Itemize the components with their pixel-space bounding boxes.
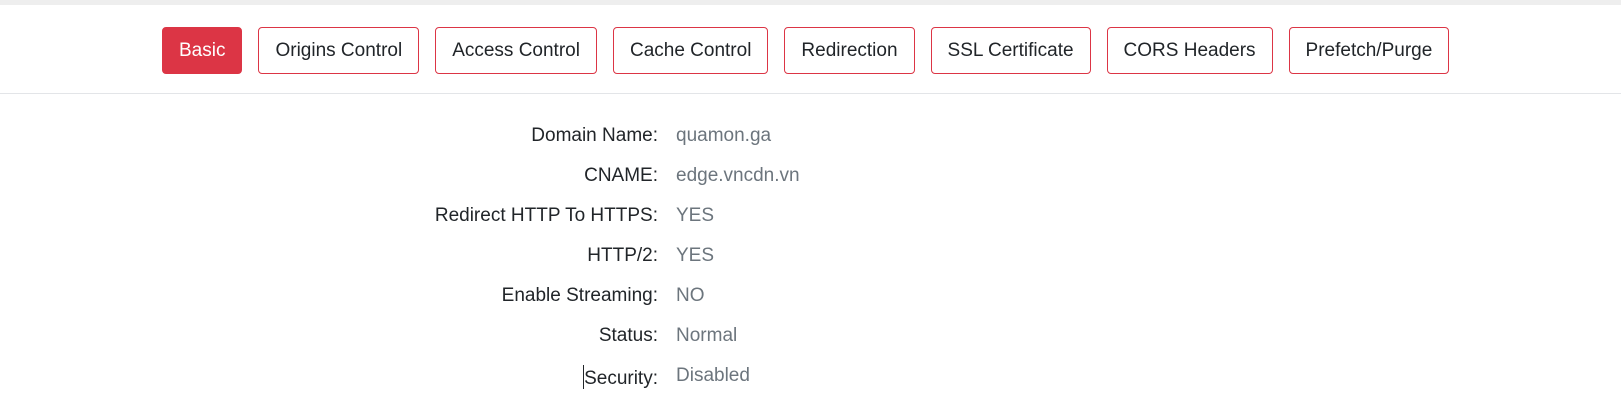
domain-name-value: quamon.ga xyxy=(676,125,772,146)
http2-label: HTTP/2: xyxy=(587,245,658,266)
info-row-http2: HTTP/2: YES xyxy=(0,237,1621,277)
http2-value: YES xyxy=(676,245,715,266)
redirect-https-value: YES xyxy=(676,205,715,226)
status-value: Normal xyxy=(676,325,738,346)
cname-label: CNAME: xyxy=(584,165,658,186)
info-row-cname: CNAME: edge.vncdn.vn xyxy=(0,157,1621,197)
domain-info-panel: Domain Name: quamon.ga CNAME: edge.vncdn… xyxy=(0,117,1621,397)
tab-bar: Basic Origins Control Access Control Cac… xyxy=(0,5,1621,94)
info-row-security: Security: Disabled xyxy=(0,357,1621,397)
tab-origins-control[interactable]: Origins Control xyxy=(258,27,420,74)
tab-access-control[interactable]: Access Control xyxy=(435,27,597,74)
tab-basic[interactable]: Basic xyxy=(162,27,243,74)
info-row-streaming: Enable Streaming: NO xyxy=(0,277,1621,317)
streaming-value: NO xyxy=(676,285,705,306)
info-row-redirect-https: Redirect HTTP To HTTPS: YES xyxy=(0,197,1621,237)
streaming-label: Enable Streaming: xyxy=(501,285,658,306)
tab-cors-headers[interactable]: CORS Headers xyxy=(1106,27,1273,74)
security-label-wrap: Security: xyxy=(583,365,658,390)
security-label: Security: xyxy=(584,368,658,389)
tab-prefetch-purge[interactable]: Prefetch/Purge xyxy=(1288,27,1450,74)
tab-cache-control[interactable]: Cache Control xyxy=(612,27,769,74)
tab-ssl-certificate[interactable]: SSL Certificate xyxy=(930,27,1091,74)
status-label: Status: xyxy=(598,325,658,346)
redirect-https-label: Redirect HTTP To HTTPS: xyxy=(434,205,658,226)
security-value: Disabled xyxy=(676,365,750,386)
tab-list: Basic Origins Control Access Control Cac… xyxy=(162,27,1450,74)
info-row-domain-name: Domain Name: quamon.ga xyxy=(0,117,1621,157)
tab-redirection[interactable]: Redirection xyxy=(784,27,915,74)
info-row-status: Status: Normal xyxy=(0,317,1621,357)
domain-name-label: Domain Name: xyxy=(531,125,658,146)
cname-value: edge.vncdn.vn xyxy=(676,165,800,186)
